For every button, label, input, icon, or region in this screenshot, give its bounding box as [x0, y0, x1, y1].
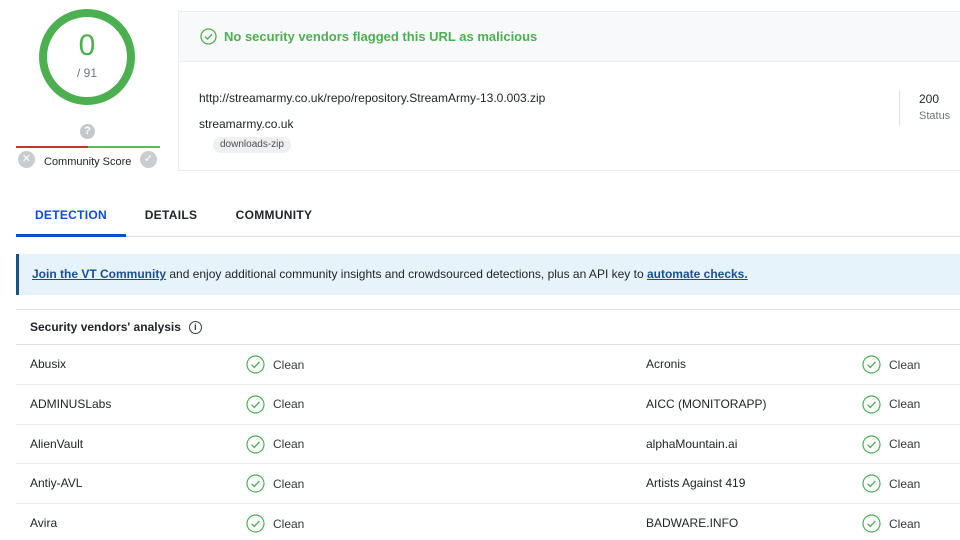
vendor-name: Avira [30, 516, 58, 531]
vendor-result: Clean [862, 345, 920, 384]
info-icon[interactable]: i [188, 320, 202, 334]
table-row: ADMINUSLabs Clean AICC (MONITORAPP) Clea… [16, 385, 960, 425]
vendor-result: Clean [246, 504, 304, 540]
tab-detection[interactable]: DETECTION [16, 196, 126, 237]
check-circle-icon [862, 514, 881, 533]
result-label: Clean [273, 397, 305, 412]
score-widget: 0 / 91 ? ✕ Community Score ✓ [16, 0, 160, 180]
tab-community[interactable]: COMMUNITY [216, 196, 332, 236]
detection-total: / 91 [76, 66, 97, 80]
detection-count: 0 [78, 29, 96, 62]
result-label: Clean [273, 437, 305, 452]
result-label: Clean [889, 476, 921, 491]
vendor-result: Clean [246, 464, 304, 503]
check-circle-icon [862, 395, 881, 414]
status-code: 200 [919, 92, 940, 106]
community-score-label: Community Score [44, 156, 132, 168]
check-circle-icon [862, 355, 881, 374]
vendor-result: Clean [246, 425, 304, 464]
tag-badge[interactable]: downloads-zip [213, 137, 291, 153]
tab-details[interactable]: DETAILS [126, 196, 216, 236]
verdict-message: No security vendors flagged this URL as … [224, 29, 538, 44]
vendor-result: Clean [862, 504, 920, 540]
join-community-link[interactable]: Join the VT Community [32, 267, 166, 281]
vendor-name: BADWARE.INFO [646, 516, 739, 531]
vendor-name: AlienVault [30, 436, 84, 451]
tab-bar: DETECTION DETAILS COMMUNITY [16, 196, 960, 237]
result-label: Clean [889, 357, 921, 372]
community-score-bar [16, 146, 160, 148]
result-label: Clean [889, 397, 921, 412]
automate-checks-link[interactable]: automate checks. [647, 267, 748, 281]
vendor-result: Clean [862, 464, 920, 503]
vendor-result: Clean [862, 425, 920, 464]
result-label: Clean [889, 437, 921, 452]
question-icon[interactable]: ? [80, 124, 95, 139]
vendor-result: Clean [862, 385, 920, 424]
check-circle-icon [246, 395, 265, 414]
vendors-title: Security vendors' analysis [30, 320, 181, 334]
check-circle-icon [246, 474, 265, 493]
status-label: Status [919, 110, 951, 122]
divider [899, 90, 900, 126]
vendors-header: Security vendors' analysis i [16, 309, 960, 345]
table-row: Avira Clean BADWARE.INFO Clean [16, 504, 960, 540]
result-label: Clean [273, 516, 305, 531]
vendor-result: Clean [246, 385, 304, 424]
scanned-domain[interactable]: streamarmy.co.uk [199, 117, 293, 131]
vote-malicious-icon[interactable]: ✕ [18, 151, 35, 168]
vendor-name: Abusix [30, 357, 67, 371]
check-circle-icon [246, 355, 265, 374]
vendor-result: Clean [246, 345, 304, 384]
vote-harmless-icon[interactable]: ✓ [140, 151, 157, 168]
check-circle-icon [862, 434, 881, 454]
check-circle-icon [246, 434, 265, 454]
table-row: Antiy-AVL Clean Artists Against 419 Clea… [16, 464, 960, 505]
table-row: AlienVault Clean alphaMountain.ai Clean [16, 425, 960, 465]
vendor-name: ADMINUSLabs [30, 396, 112, 411]
table-row: Abusix Clean Acronis Clean [16, 345, 960, 385]
check-circle-icon [246, 514, 265, 533]
verdict-header: No security vendors flagged this URL as … [179, 12, 960, 62]
banner-text: and enjoy additional community insights … [166, 267, 647, 281]
result-label: Clean [273, 357, 305, 372]
vendor-name: Acronis [646, 357, 687, 371]
result-label: Clean [273, 476, 305, 491]
check-circle-icon [200, 28, 217, 45]
scanned-url[interactable]: http://streamarmy.co.uk/repo/repository.… [199, 91, 545, 105]
vendor-name: Antiy-AVL [30, 476, 83, 491]
summary-card: No security vendors flagged this URL as … [178, 11, 960, 171]
vendor-name: AICC (MONITORAPP) [646, 396, 767, 411]
community-banner: Join the VT Community and enjoy addition… [16, 254, 960, 295]
vendor-name: Artists Against 419 [646, 476, 746, 491]
vendor-name: alphaMountain.ai [646, 436, 738, 451]
check-circle-icon [862, 474, 881, 493]
vendors-table: Abusix Clean Acronis Clean ADMINUSLabs C… [16, 345, 960, 540]
result-label: Clean [889, 516, 921, 531]
